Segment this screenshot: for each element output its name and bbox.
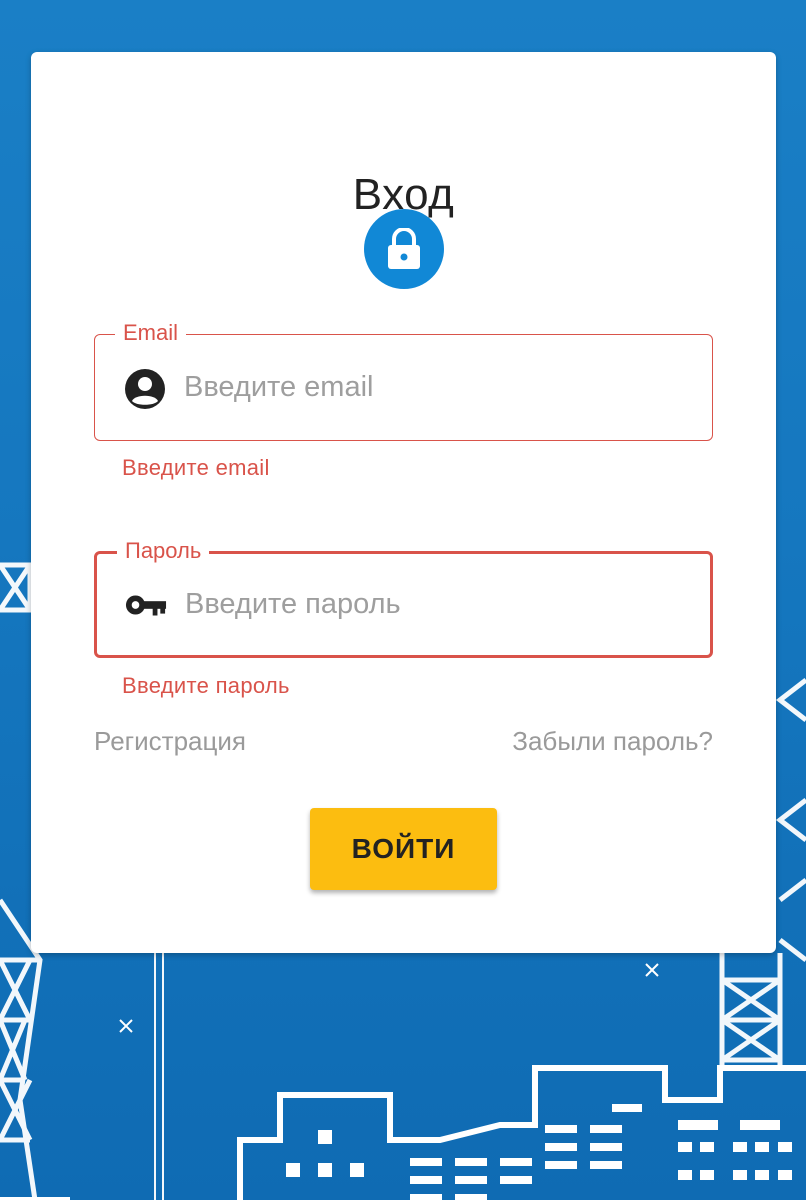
login-card: Вход Email Введите email Пароль — [31, 52, 776, 953]
email-input[interactable] — [184, 362, 684, 412]
lock-icon — [388, 228, 420, 269]
password-error-text: Введите пароль — [122, 673, 290, 698]
email-field: Email — [94, 318, 713, 441]
password-input[interactable] — [185, 579, 685, 629]
lock-avatar — [364, 209, 444, 289]
account-circle-icon — [124, 368, 166, 410]
password-field: Пароль — [94, 536, 713, 658]
forgot-password-link[interactable]: Забыли пароль? — [512, 726, 713, 757]
email-error-text: Введите email — [122, 455, 270, 480]
key-icon — [125, 584, 167, 626]
login-button[interactable]: ВОЙТИ — [310, 808, 497, 890]
password-label: Пароль — [117, 536, 210, 566]
email-label: Email — [115, 318, 187, 348]
register-link[interactable]: Регистрация — [94, 726, 246, 757]
